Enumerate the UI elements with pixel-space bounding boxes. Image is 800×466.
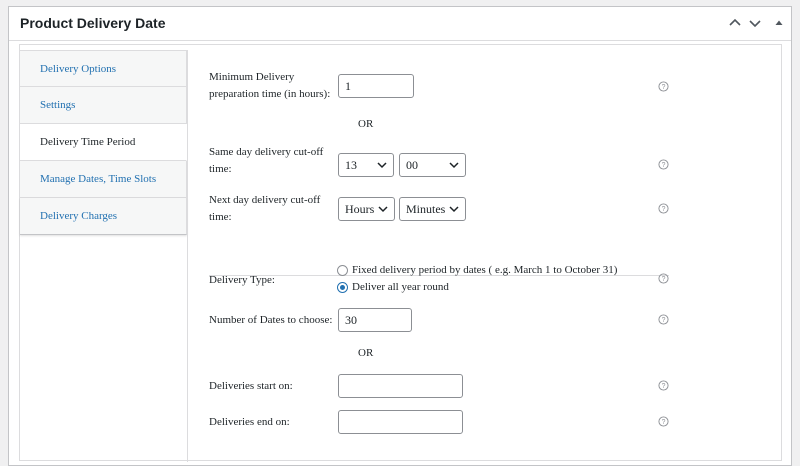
move-up-icon[interactable]: [726, 14, 744, 32]
help-circle-icon[interactable]: ?: [658, 416, 669, 427]
chevron-down-icon: [449, 162, 459, 169]
svg-text:?: ?: [662, 276, 666, 283]
help-circle-icon[interactable]: ?: [658, 380, 669, 391]
tab-content: Minimum Delivery preparation time (in ho…: [187, 50, 784, 462]
start-on-input[interactable]: [338, 374, 463, 398]
toggle-panel-icon[interactable]: [770, 14, 788, 32]
num-dates-input[interactable]: 30: [338, 308, 412, 332]
postbox-header: Product Delivery Date: [9, 7, 791, 41]
svg-text:?: ?: [662, 84, 666, 91]
tab-settings[interactable]: Settings: [20, 87, 187, 124]
tab-list: Delivery Options Settings Delivery Time …: [20, 50, 187, 235]
help-circle-icon[interactable]: ?: [658, 314, 669, 325]
settings-panel: Delivery Options Settings Delivery Time …: [19, 44, 784, 462]
same-day-hour-select[interactable]: 13: [338, 153, 394, 177]
radio-fixed-period[interactable]: Fixed delivery period by dates ( e.g. Ma…: [337, 263, 617, 277]
num-dates-label: Number of Dates to choose:: [209, 314, 333, 326]
svg-text:?: ?: [662, 317, 666, 324]
radio-fixed-period-control[interactable]: [337, 264, 348, 276]
radio-all-year[interactable]: Deliver all year round: [337, 280, 449, 294]
product-delivery-date-postbox: Product Delivery Date Delivery Options S…: [8, 6, 792, 466]
help-circle-icon[interactable]: ?: [658, 203, 669, 214]
tab-manage-dates-time-slots[interactable]: Manage Dates, Time Slots: [20, 161, 187, 198]
radio-all-year-control[interactable]: [337, 281, 348, 293]
svg-text:?: ?: [662, 206, 666, 213]
help-circle-icon[interactable]: ?: [658, 273, 669, 284]
delivery-type-label: Delivery Type:: [209, 274, 275, 286]
end-on-label: Deliveries end on:: [209, 416, 290, 428]
or-separator: OR: [358, 118, 374, 130]
start-on-label: Deliveries start on:: [209, 380, 293, 392]
end-on-input[interactable]: [338, 410, 463, 434]
same-day-label: Same day delivery cut-off time:: [209, 146, 324, 175]
help-circle-icon[interactable]: ?: [658, 159, 669, 170]
min-prep-input[interactable]: 1: [338, 74, 414, 98]
chevron-down-icon: [377, 162, 387, 169]
tab-delivery-options[interactable]: Delivery Options: [20, 50, 187, 87]
svg-text:?: ?: [662, 419, 666, 426]
next-day-label: Next day delivery cut-off time:: [209, 194, 321, 223]
svg-text:?: ?: [662, 162, 666, 169]
tab-delivery-time-period[interactable]: Delivery Time Period: [20, 124, 187, 161]
min-prep-label: Minimum Delivery preparation time (in ho…: [209, 71, 331, 100]
next-day-hour-select[interactable]: Hours: [338, 197, 395, 221]
chevron-down-icon: [378, 206, 388, 213]
help-circle-icon[interactable]: ?: [658, 81, 669, 92]
postbox-title: Product Delivery Date: [20, 15, 166, 31]
move-down-icon[interactable]: [746, 14, 764, 32]
or-separator: OR: [358, 347, 374, 359]
same-day-minute-select[interactable]: 00: [399, 153, 466, 177]
next-day-minute-select[interactable]: Minutes: [399, 197, 466, 221]
svg-text:?: ?: [662, 383, 666, 390]
tab-delivery-charges[interactable]: Delivery Charges: [20, 198, 187, 235]
chevron-down-icon: [449, 206, 459, 213]
